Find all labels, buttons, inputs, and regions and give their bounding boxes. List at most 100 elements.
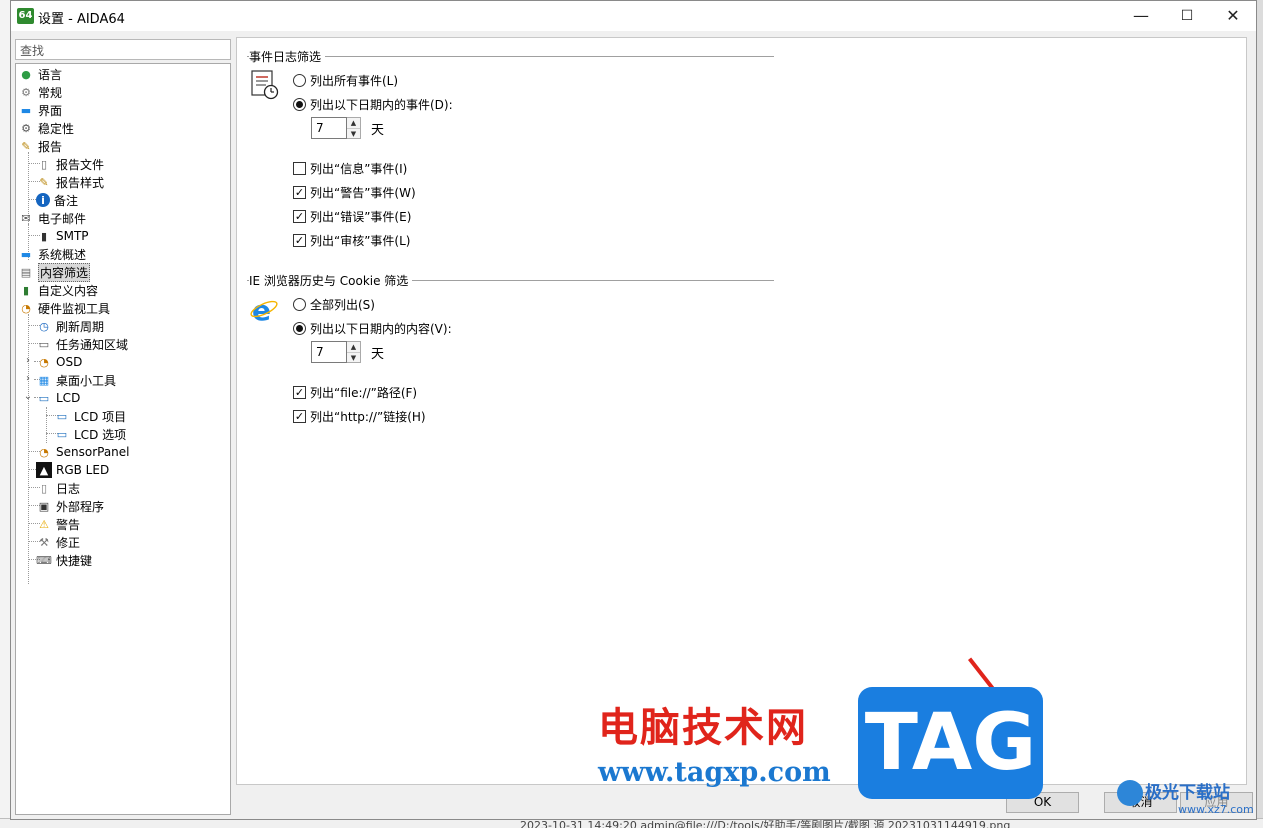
tree-item[interactable]: i 备注	[36, 191, 78, 209]
checkbox-icon: ✓	[293, 186, 306, 199]
list-all-ie-radio[interactable]: 全部列出(S)	[293, 296, 375, 313]
http-links-label: 列出“http://”链接(H)	[310, 410, 426, 424]
tree-item[interactable]: ⚠ 警告	[36, 515, 80, 533]
info-events-checkbox[interactable]: 列出“信息”事件(I)	[293, 160, 407, 177]
tree-item[interactable]: ✉ 电子邮件	[18, 209, 86, 227]
tree-item-label: SensorPanel	[56, 445, 130, 459]
settings-tree[interactable]: › › ⌄ ● 语言 ⚙ 常规 ▬ 界面 ⚙ 稳定性 ✎ 报告 ▯ 报告文件 ✎ 报告样式 i 备注 ✉ 电子邮件…	[15, 63, 231, 815]
tree-item[interactable]: ⚙ 稳定性	[18, 119, 74, 137]
watermark-tag-logo: TAG	[858, 687, 1043, 799]
event-days-spinner[interactable]: 7 ▲ ▼ 天	[311, 117, 384, 139]
event-log-group-title: 事件日志筛选	[249, 48, 326, 65]
tree-item[interactable]: ▤ 内容筛选	[18, 262, 91, 282]
checkbox-icon: ✓	[293, 386, 306, 399]
rgb-icon: ▲	[36, 462, 52, 478]
close-button[interactable]: ✕	[1210, 1, 1256, 31]
list-recent-ie-radio[interactable]: 列出以下日期内的内容(V):	[293, 320, 452, 337]
spin-up-icon[interactable]: ▲	[347, 342, 360, 353]
spin-down-icon[interactable]: ▼	[347, 129, 360, 139]
expand-osd-icon[interactable]: ›	[23, 355, 33, 366]
gear-icon: ⚙	[21, 85, 31, 99]
globe-icon: ●	[21, 67, 31, 81]
tree-item[interactable]: ▯ 报告文件	[36, 155, 104, 173]
watermark-site-name: 极光下载站	[1145, 783, 1230, 803]
lcd-icon: ▭	[38, 391, 50, 405]
radio-icon	[293, 74, 306, 87]
lcd-icon: ▭	[56, 409, 68, 423]
tree-item[interactable]: ◷ 刷新周期	[36, 317, 104, 335]
tree-item-label: 硬件监视工具	[38, 301, 111, 316]
tree-item[interactable]: ✎ 报告样式	[36, 173, 104, 191]
warning-events-label: 列出“警告”事件(W)	[310, 186, 416, 200]
tree-item-label: LCD 选项	[74, 427, 127, 442]
edit-document-icon: ✎	[39, 175, 49, 189]
tree-item[interactable]: ◔ 硬件监视工具	[18, 299, 110, 317]
tree-item-label: 任务通知区域	[56, 337, 129, 352]
tree-item-label: LCD 项目	[74, 409, 127, 424]
log-icon: ▯	[40, 481, 48, 495]
monitor-icon: ▬	[20, 247, 32, 261]
tree-item[interactable]: ● 语言	[18, 65, 62, 83]
watermark-url: www.tagxp.com	[598, 757, 831, 788]
tree-item[interactable]: ▯ 日志	[36, 479, 80, 497]
maximize-button[interactable]: ☐	[1164, 1, 1210, 31]
file-paths-label: 列出“file://”路径(F)	[310, 386, 418, 400]
tree-item[interactable]: ▦ 桌面小工具	[36, 371, 116, 389]
list-all-ie-label: 全部列出(S)	[310, 298, 375, 312]
tree-item-label: 报告	[38, 139, 63, 154]
tree-item-label: 日志	[56, 481, 81, 496]
tree-item[interactable]: ▭ 任务通知区域	[36, 335, 128, 353]
tree-item-label: OSD	[56, 355, 83, 369]
tree-item-label: LCD	[56, 391, 81, 405]
http-links-checkbox[interactable]: ✓ 列出“http://”链接(H)	[293, 408, 426, 425]
tree-item[interactable]: ▭ LCD	[36, 389, 81, 407]
tree-item[interactable]: ▲ RGB LED	[36, 461, 109, 479]
content-panel: 事件日志筛选 列出所有事件(L) 列出以下日期内的事件(D): 7 ▲▼ 天	[236, 37, 1247, 785]
tree-item[interactable]: ▮ SMTP	[36, 227, 89, 245]
tree-item[interactable]: ▮ 自定义内容	[18, 281, 98, 299]
tree-item[interactable]: ◔ SensorPanel	[36, 443, 130, 461]
tree-item-label: 备注	[54, 193, 79, 208]
list-recent-events-radio[interactable]: 列出以下日期内的事件(D):	[293, 96, 453, 113]
tree-item-label: 外部程序	[56, 499, 105, 514]
list-recent-events-label: 列出以下日期内的事件(D):	[310, 98, 453, 112]
keyboard-icon: ⌨	[36, 553, 52, 567]
tree-item[interactable]: ◔ OSD	[36, 353, 82, 371]
spin-down-icon[interactable]: ▼	[347, 353, 360, 363]
search-input[interactable]: 查找	[15, 39, 231, 60]
aida64-app-icon: 64	[17, 8, 34, 24]
tree-item[interactable]: ✎ 报告	[18, 137, 62, 155]
tree-item[interactable]: ▬ 系统概述	[18, 245, 86, 263]
tree-item[interactable]: ⌨ 快捷键	[36, 551, 92, 569]
tree-item[interactable]: ▬ 界面	[18, 101, 62, 119]
tree-item[interactable]: ⚒ 修正	[36, 533, 80, 551]
checkbox-icon: ✓	[293, 210, 306, 223]
minimize-button[interactable]: —	[1118, 1, 1164, 31]
radio-selected-icon	[293, 98, 306, 111]
ie-days-input[interactable]: 7	[311, 341, 347, 363]
spin-up-icon[interactable]: ▲	[347, 118, 360, 129]
device-icon: ▮	[22, 283, 30, 297]
tree-item[interactable]: ▭ LCD 选项	[54, 425, 126, 443]
tree-item-label: 自定义内容	[38, 283, 99, 298]
event-days-unit: 天	[371, 122, 385, 138]
file-paths-checkbox[interactable]: ✓ 列出“file://”路径(F)	[293, 384, 417, 401]
watermark-site-url: www.xz7.com	[1178, 803, 1254, 816]
document-icon: ▯	[40, 157, 48, 171]
audit-events-checkbox[interactable]: ✓ 列出“审核”事件(L)	[293, 232, 410, 249]
error-events-checkbox[interactable]: ✓ 列出“错误”事件(E)	[293, 208, 411, 225]
info-events-label: 列出“信息”事件(I)	[310, 162, 408, 176]
list-all-events-radio[interactable]: 列出所有事件(L)	[293, 72, 398, 89]
tree-item[interactable]: ⚙ 常规	[18, 83, 62, 101]
info-icon: i	[36, 193, 50, 207]
radio-icon	[293, 298, 306, 311]
tree-item-label: 语言	[38, 67, 63, 82]
event-days-input[interactable]: 7	[311, 117, 347, 139]
warning-events-checkbox[interactable]: ✓ 列出“警告”事件(W)	[293, 184, 416, 201]
ie-days-spinner[interactable]: 7 ▲ ▼ 天	[311, 341, 384, 363]
tree-item[interactable]: ▣ 外部程序	[36, 497, 104, 515]
collapse-lcd-icon[interactable]: ⌄	[23, 391, 33, 402]
title-bar: 64 设置 - AIDA64 — ☐ ✕	[11, 1, 1256, 31]
tree-item[interactable]: ▭ LCD 项目	[54, 407, 126, 425]
expand-gadget-icon[interactable]: ›	[23, 373, 33, 384]
